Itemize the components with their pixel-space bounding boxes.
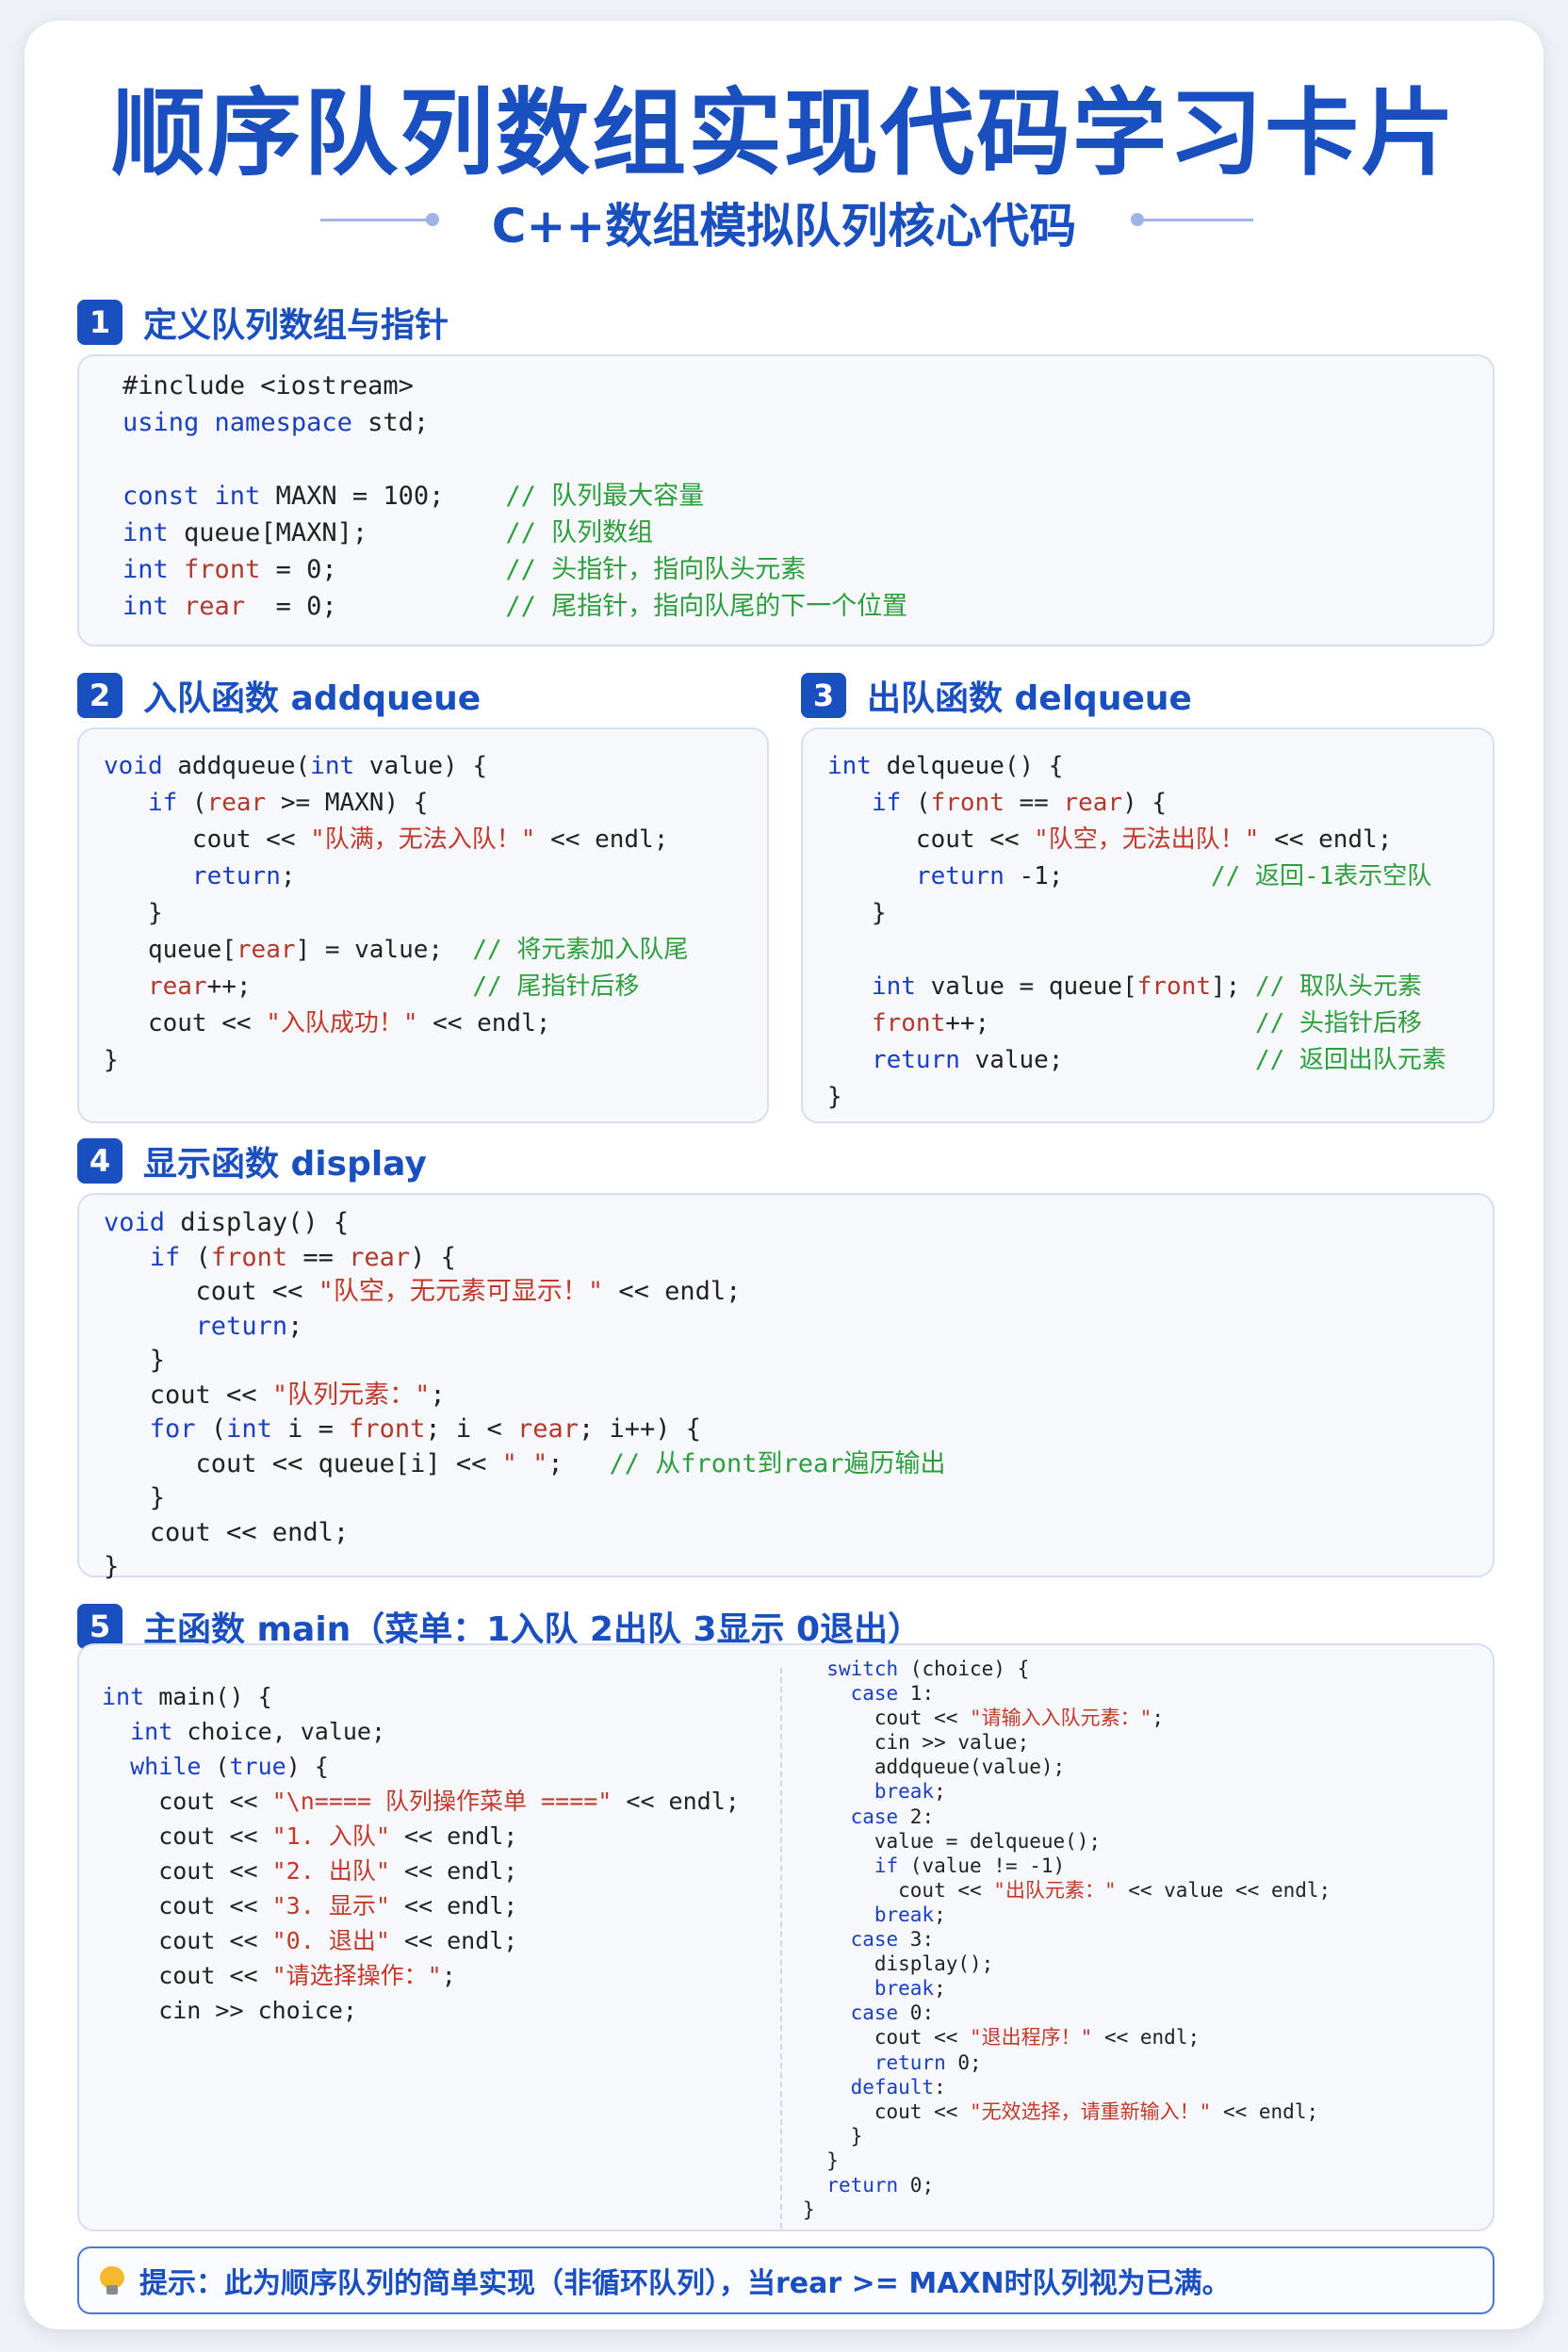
code-line: int main() { <box>102 1683 272 1710</box>
code-line: int rear = 0; // 尾指针，指向队尾的下一个位置 <box>122 592 908 621</box>
code-block-main-left: int main() { int choice, value; while (t… <box>102 1679 740 2028</box>
code-box-display: void display() { if (front == rear) { co… <box>77 1193 1494 1581</box>
code-line: const int MAXN = 100; // 队列最大容量 <box>122 482 705 511</box>
code-line: cout << "3. 显示" << endl; <box>102 1892 518 1919</box>
code-line: if (value != -1) <box>874 1854 1066 1877</box>
code-block: void addqueue(int value) { if (rear >= M… <box>104 748 688 1079</box>
code-line: default: <box>850 2075 946 2099</box>
code-line: cout << "出队元素：" << value << endl; <box>803 1878 1331 1902</box>
code-line: } <box>104 1552 120 1581</box>
code-line: value = delqueue(); <box>803 1829 1102 1853</box>
code-line: case 3: <box>850 1928 935 1952</box>
code-line: switch (choice) { <box>826 1658 1030 1680</box>
code-line: int value = queue[front]; // 取队头元素 <box>871 972 1422 1001</box>
tip-text: 提示：此为顺序队列的简单实现（非循环队列），当rear >= MAXN时队列视为… <box>139 2267 1231 2300</box>
code-line: cout << "队空，无元素可显示！" << endl; <box>104 1277 742 1306</box>
section-4-header: 4 显示函数 display <box>77 1136 427 1185</box>
code-line: #include <iostream> <box>122 371 414 400</box>
code-line: case 2: <box>850 1805 935 1828</box>
code-line: return value; // 返回出队元素 <box>871 1046 1446 1074</box>
code-line: int front = 0; // 头指针，指向队头元素 <box>122 555 807 584</box>
code-line: int choice, value; <box>130 1718 386 1745</box>
section-title: 出队函数 delqueue <box>867 679 1192 718</box>
code-line: } <box>104 1046 119 1074</box>
section-title: 定义队列数组与指针 <box>143 306 449 345</box>
code-line: int delqueue() { <box>827 752 1064 780</box>
code-line: cout << "队列元素："; <box>104 1380 446 1410</box>
code-line: case 0: <box>850 2001 935 2025</box>
code-line: while (true) { <box>130 1753 329 1780</box>
page-subtitle: C++数组模拟队列核心代码 <box>491 199 1077 253</box>
code-line: display(); <box>803 1952 994 1976</box>
code-line: return; <box>195 1311 303 1341</box>
code-line: break; <box>874 1977 946 2001</box>
section-title: 显示函数 display <box>143 1145 427 1184</box>
page-title: 顺序队列数组实现代码学习卡片 <box>111 78 1457 188</box>
code-line: } <box>803 2124 863 2148</box>
section-number-badge: 5 <box>77 1604 122 1649</box>
code-line: return; <box>191 862 296 890</box>
section-title: 入队函数 addqueue <box>143 679 482 718</box>
code-line: addqueue(value); <box>803 1756 1066 1779</box>
code-block: #include <iostream> using namespace std;… <box>122 368 907 625</box>
code-line: } <box>803 2198 815 2222</box>
section-number-badge: 4 <box>77 1138 122 1184</box>
section-3-header: 3 出队函数 delqueue <box>801 671 1192 720</box>
code-line: } <box>104 899 163 927</box>
code-line: for (int i = front; i < rear; i++) { <box>149 1414 702 1444</box>
code-line: } <box>827 899 887 927</box>
code-line: } <box>104 1483 166 1512</box>
code-line: if (front == rear) { <box>149 1242 456 1272</box>
code-line: int queue[MAXN]; // 队列数组 <box>122 518 654 547</box>
code-line: cout << "队满，无法入队！" << endl; <box>104 825 669 854</box>
code-line: cout << "请输入入队元素："; <box>803 1707 1164 1730</box>
code-line: if (rear >= MAXN) { <box>147 789 429 817</box>
code-line: cout << "退出程序！" << endl; <box>803 2026 1200 2050</box>
code-box-delqueue: int delqueue() { if (front == rear) { co… <box>801 727 1494 1123</box>
section-1-header: 1 定义队列数组与指针 <box>77 298 449 347</box>
code-line: if (front == rear) { <box>871 789 1168 817</box>
code-line: cout << queue[i] << " "; // 从front到rear遍… <box>104 1448 946 1478</box>
code-line: void display() { <box>104 1208 350 1237</box>
section-number-badge: 2 <box>77 673 122 718</box>
code-line: break; <box>874 1903 946 1926</box>
code-line: cout << endl; <box>104 1517 350 1547</box>
code-line: } <box>803 2148 839 2172</box>
code-line: case 1: <box>850 1682 935 1706</box>
lightbulb-icon <box>100 2266 124 2295</box>
code-line: cout << "无效选择，请重新输入！" << endl; <box>803 2099 1319 2123</box>
tip-bar: 提示：此为顺序队列的简单实现（非循环队列），当rear >= MAXN时队列视为… <box>77 2246 1494 2314</box>
code-line: break; <box>874 1780 946 1804</box>
subtitle-line-right <box>1140 219 1253 221</box>
section-number-badge: 1 <box>77 300 122 345</box>
code-line: cout << "2. 出队" << endl; <box>102 1857 518 1885</box>
code-line: queue[rear] = value; // 将元素加入队尾 <box>104 936 689 964</box>
code-line: cout << "0. 退出" << endl; <box>102 1927 518 1954</box>
section-2-header: 2 入队函数 addqueue <box>77 671 481 720</box>
code-divider <box>780 1668 782 2229</box>
code-line: cout << "入队成功！" << endl; <box>104 1009 551 1037</box>
code-line: return -1; // 返回-1表示空队 <box>915 862 1432 890</box>
code-box-definitions: #include <iostream> using namespace std;… <box>77 354 1494 646</box>
code-block: int delqueue() { if (front == rear) { co… <box>827 748 1446 1116</box>
code-line: } <box>827 1083 842 1111</box>
code-line: cout << "请选择操作："; <box>102 1962 456 1989</box>
code-line: cout << "1. 入队" << endl; <box>102 1822 518 1850</box>
code-line: using namespace std; <box>122 408 430 437</box>
code-block: void display() { if (front == rear) { co… <box>104 1206 946 1585</box>
code-line: cin >> value; <box>803 1731 1030 1755</box>
code-line: cin >> choice; <box>102 1997 357 2024</box>
section-number-badge: 3 <box>801 673 846 718</box>
code-line: return 0; <box>874 2050 982 2074</box>
code-box-addqueue: void addqueue(int value) { if (rear >= M… <box>77 727 769 1123</box>
code-line: void addqueue(int value) { <box>104 752 488 780</box>
code-line: cout << "\n==== 队列操作菜单 ====" << endl; <box>102 1788 740 1815</box>
code-line: } <box>104 1346 166 1375</box>
code-line: front++; // 头指针后移 <box>871 1009 1422 1037</box>
code-block-main-right: switch (choice) { case 1: cout << "请输入入队… <box>803 1657 1331 2222</box>
code-line: cout << "队空，无法出队！" << endl; <box>827 825 1393 854</box>
code-line: rear++; // 尾指针后移 <box>147 972 640 1001</box>
code-line: return 0; <box>826 2173 935 2197</box>
